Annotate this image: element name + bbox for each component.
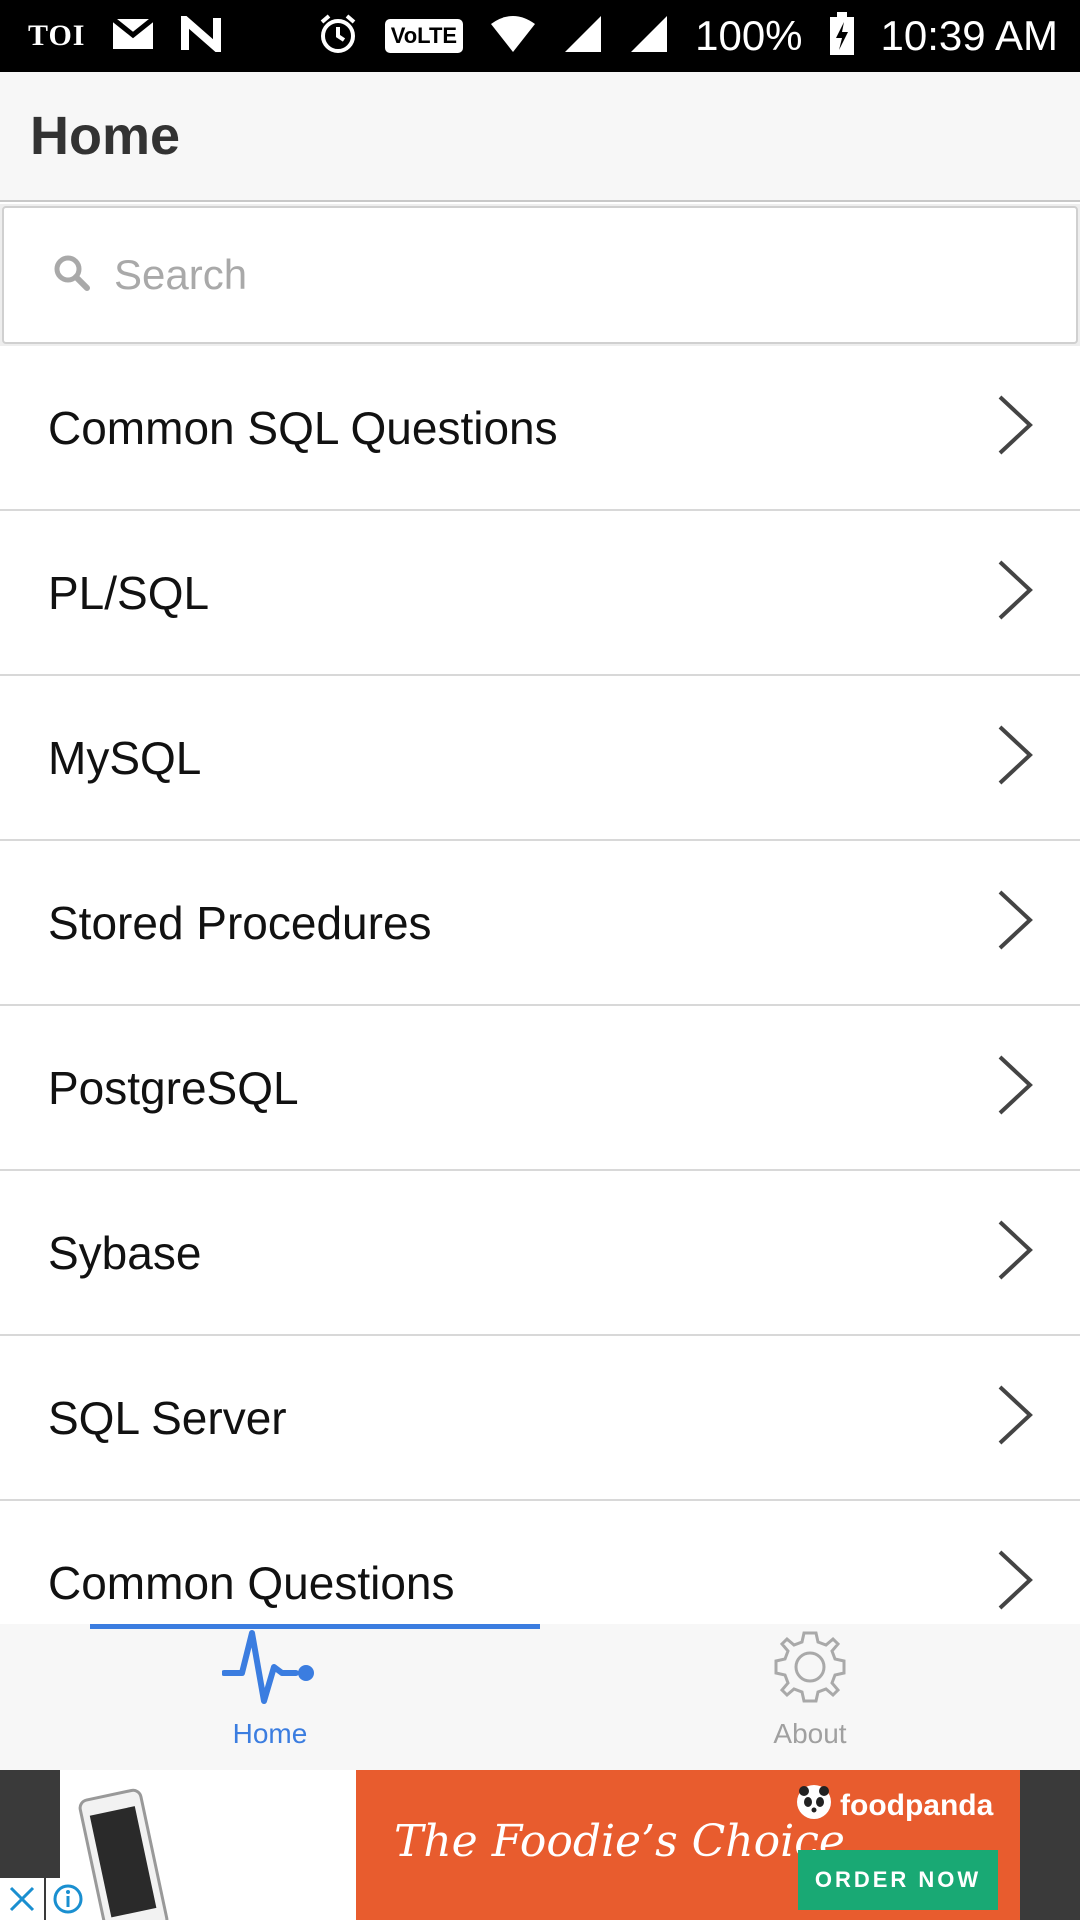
tab-home[interactable]: Home — [0, 1624, 540, 1770]
app-header: Home — [0, 72, 1080, 202]
pulse-icon — [221, 1627, 318, 1712]
active-tab-indicator — [90, 1624, 540, 1629]
ad-brand-name: foodpanda — [840, 1789, 994, 1822]
ad-tagline: The Foodie’s Choice — [394, 1816, 845, 1867]
status-time: 10:39 AM — [880, 12, 1058, 59]
list-item-label: Common SQL Questions — [48, 401, 558, 454]
list-item[interactable]: Common SQL Questions — [0, 346, 1080, 511]
chevron-right-icon — [996, 393, 1034, 462]
gmail-icon — [111, 16, 156, 56]
list-item[interactable]: SQL Server — [0, 1336, 1080, 1501]
ad-creative[interactable]: The Foodie’s Choice foodpanda ORDER NOW — [356, 1770, 1020, 1920]
panda-logo-icon — [796, 1784, 832, 1828]
list-item[interactable]: Sybase — [0, 1171, 1080, 1336]
chevron-right-icon — [996, 558, 1034, 627]
chevron-right-icon — [996, 1548, 1034, 1617]
category-list: Common SQL Questions PL/SQL MySQL Stored… — [0, 346, 1080, 1624]
ad-banner[interactable]: The Foodie’s Choice foodpanda ORDER NOW — [0, 1770, 1080, 1920]
ad-close-icon[interactable] — [0, 1878, 44, 1920]
tab-about-label: About — [773, 1718, 847, 1749]
chevron-right-icon — [996, 1053, 1034, 1122]
list-item-label: PostgreSQL — [48, 1061, 299, 1114]
list-item[interactable]: PostgreSQL — [0, 1006, 1080, 1171]
list-item-label: Common Questions — [48, 1556, 455, 1609]
status-bar-left: TOI — [28, 10, 222, 57]
signal-icon — [563, 14, 603, 59]
tab-home-label: Home — [232, 1718, 308, 1749]
gear-icon — [770, 1627, 850, 1712]
n-app-icon — [181, 10, 222, 57]
search-icon — [52, 253, 92, 298]
list-item-label: Sybase — [48, 1226, 202, 1279]
list-item[interactable]: PL/SQL — [0, 511, 1080, 676]
bottom-tab-bar: Home About — [0, 1624, 1080, 1770]
toi-notification-icon: TOI — [28, 19, 86, 52]
search-box[interactable] — [2, 206, 1078, 344]
order-now-button[interactable]: ORDER NOW — [798, 1850, 998, 1910]
search-input[interactable] — [114, 251, 1014, 299]
alarm-icon — [317, 13, 359, 60]
chevron-right-icon — [996, 723, 1034, 792]
chevron-right-icon — [996, 888, 1034, 957]
list-item-label: Stored Procedures — [48, 896, 432, 949]
list-item[interactable]: MySQL — [0, 676, 1080, 841]
ad-phone-image — [60, 1770, 356, 1920]
status-bar-right: VoLTE 100% 10:39 AM — [317, 11, 1058, 61]
battery-charging-icon — [829, 11, 855, 61]
list-item-label: SQL Server — [48, 1391, 287, 1444]
battery-percent: 100% — [695, 12, 803, 59]
list-item[interactable]: Common Questions — [0, 1501, 1080, 1624]
page-title: Home — [30, 106, 181, 166]
search-bar — [0, 204, 1080, 346]
wifi-icon — [489, 14, 537, 59]
ad-info-icon[interactable] — [46, 1878, 90, 1920]
signal-icon-2 — [629, 14, 669, 59]
chevron-right-icon — [996, 1383, 1034, 1452]
list-item[interactable]: Stored Procedures — [0, 841, 1080, 1006]
tab-about[interactable]: About — [540, 1624, 1080, 1770]
chevron-right-icon — [996, 1218, 1034, 1287]
volte-badge: VoLTE — [384, 19, 464, 53]
status-bar: TOI VoLTE 100% 10:39 AM — [0, 0, 1080, 72]
ad-brand: foodpanda — [796, 1784, 993, 1828]
list-item-label: PL/SQL — [48, 566, 210, 619]
list-item-label: MySQL — [48, 731, 202, 784]
